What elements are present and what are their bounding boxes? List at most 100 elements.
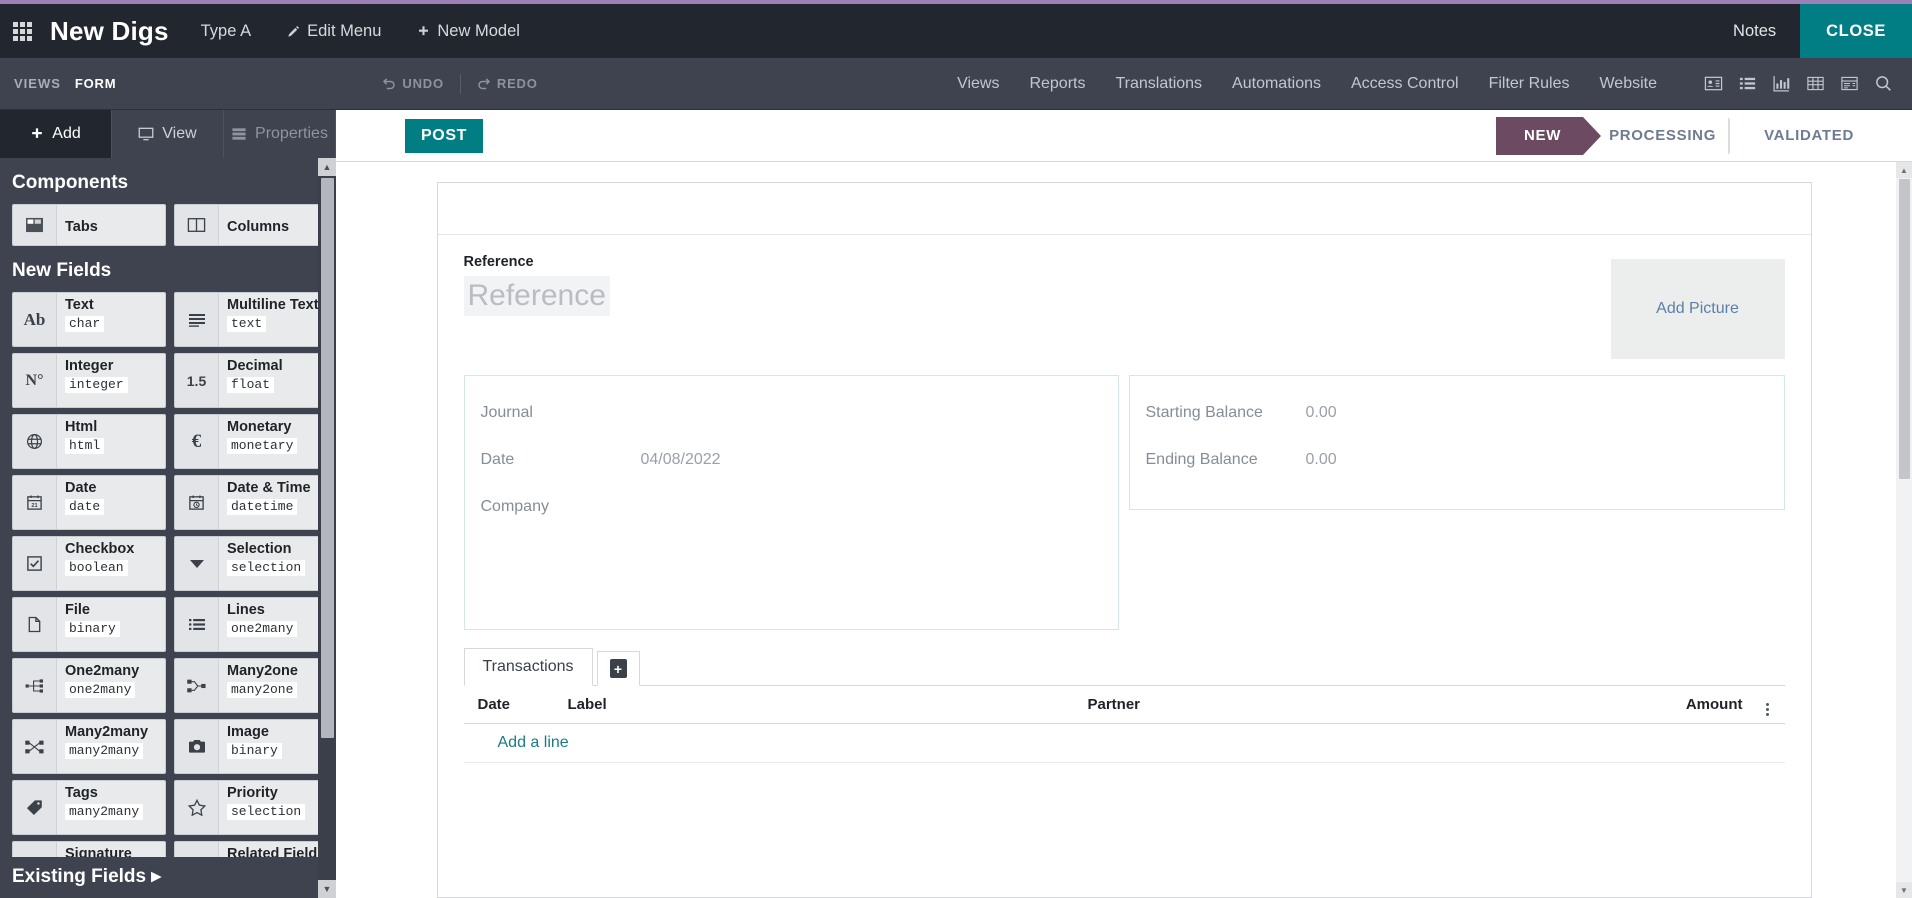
sidebar-scrollbar[interactable]: ▲ ▼ [318,158,336,898]
component-card-tabs[interactable]: Tabs [12,204,166,246]
status-step-validated[interactable]: VALIDATED [1728,116,1876,155]
field-type-decimal: float [227,377,275,393]
field-card-signature[interactable]: Signature binary [12,841,166,857]
topnav-item-type-a[interactable]: Type A [183,4,269,58]
field-type-checkbox: boolean [65,560,128,576]
submenu-item-translations[interactable]: Translations [1100,75,1217,93]
ending-balance-value[interactable]: 0.00 [1306,451,1337,469]
sidebar-tabs: Add View Properties [0,110,336,158]
field-label-decimal: Decimal [227,358,283,374]
field-card-multiline-text[interactable]: Multiline Text text [174,292,328,347]
topnav-item-edit-menu[interactable]: Edit Menu [269,4,399,58]
form-scrollbar-thumb[interactable] [1898,179,1910,479]
field-card-html[interactable]: Html html [12,414,166,469]
add-tab-button[interactable]: + [596,651,640,686]
page-title: New Digs [50,15,169,46]
field-card-checkbox[interactable]: Checkbox boolean [12,536,166,591]
submenu-item-automations[interactable]: Automations [1217,75,1336,93]
component-label-columns: Columns [227,218,290,235]
status-step-new[interactable]: NEW [1495,116,1602,155]
pivot-view-icon[interactable] [1798,67,1832,101]
submenu-item-filter-rules[interactable]: Filter Rules [1474,75,1585,93]
sidebar-scrollbar-thumb[interactable] [320,178,334,738]
submenu-item-views[interactable]: Views [942,75,1014,93]
add-a-line-link[interactable]: Add a line [498,734,569,751]
kebab-menu-icon[interactable] [1766,703,1769,716]
search-icon[interactable] [1866,67,1900,101]
form-scrollbar[interactable]: ▲ ▼ [1896,162,1912,898]
redo-button[interactable]: REDO [461,76,554,91]
column-header-date[interactable]: Date [463,686,554,724]
field-type-tags: many2many [65,804,144,820]
starting-balance-value[interactable]: 0.00 [1306,404,1337,422]
field-card-tags[interactable]: Tags many2many [12,780,166,835]
field-card-priority[interactable]: Priority selection [174,780,328,835]
scroll-up-arrow-icon[interactable]: ▲ [318,158,336,176]
sidebar-tab-properties[interactable]: Properties [224,110,336,158]
caret-down-icon [175,537,219,590]
field-label-lines: Lines [227,602,265,618]
submenu-item-reports[interactable]: Reports [1014,75,1100,93]
field-card-one2many[interactable]: One2many one2many [12,658,166,713]
column-header-amount[interactable]: Amount [1608,686,1759,724]
link-icon [175,842,219,857]
field-card-image[interactable]: Image binary [174,719,328,774]
studio-sidebar: Add View Properties Components Tabs Colu… [0,110,336,898]
plus-icon [417,25,430,38]
field-card-related-field[interactable]: Related Field related [174,841,328,857]
calendar-clock-icon [175,476,219,529]
transactions-table: Date Label Partner Amount Add a line [463,686,1785,763]
field-type-priority: selection [227,804,306,820]
field-card-text[interactable]: Ab Text char [12,292,166,347]
form-preview-area: POST NEW PROCESSING VALIDATED Reference … [336,110,1912,898]
list-view-icon[interactable] [1730,67,1764,101]
undo-icon [382,77,396,91]
sidebar-tab-add[interactable]: Add [0,110,112,158]
column-header-label[interactable]: Label [553,686,1074,724]
post-button[interactable]: POST [405,118,483,153]
status-step-processing[interactable]: PROCESSING [1583,117,1738,155]
existing-fields-section-header[interactable]: Existing Fields ▸ [0,857,336,898]
field-card-integer[interactable]: N° Integer integer [12,353,166,408]
sidebar-tab-label-view: View [162,125,197,142]
field-card-date[interactable]: 21 Date date [12,475,166,530]
status-flow: NEW PROCESSING VALIDATED [1495,116,1912,155]
field-card-file[interactable]: File binary [12,597,166,652]
close-button[interactable]: CLOSE [1800,4,1912,58]
form-scroll-down-arrow-icon[interactable]: ▼ [1896,882,1912,898]
notes-button[interactable]: Notes [1709,4,1800,58]
company-label: Company [480,498,549,515]
field-type-image: binary [227,743,282,759]
submenu-item-access-control[interactable]: Access Control [1336,75,1474,93]
field-card-selection[interactable]: Selection selection [174,536,328,591]
group-balances: Starting Balance 0.00 Ending Balance 0.0… [1128,375,1785,510]
form-scroll-region: Reference Reference Add Picture Journal … [336,162,1912,898]
field-row-ending-balance: Ending Balance 0.00 [1146,445,1768,475]
scroll-down-arrow-icon[interactable]: ▼ [318,880,336,898]
form-scroll-up-arrow-icon[interactable]: ▲ [1896,162,1912,178]
field-label-date: Date [65,480,97,496]
date-value[interactable]: 04/08/2022 [641,451,721,469]
table-options-header[interactable] [1758,686,1785,724]
tab-transactions[interactable]: Transactions [463,648,593,686]
field-card-decimal[interactable]: 1.5 Decimal float [174,353,328,408]
apps-grid-icon[interactable] [0,4,44,58]
undo-button[interactable]: UNDO [366,76,459,91]
field-card-lines[interactable]: Lines one2many [174,597,328,652]
add-picture-button[interactable]: Add Picture [1610,259,1785,359]
field-card-many2one[interactable]: Many2one many2one [174,658,328,713]
graph-view-icon[interactable] [1764,67,1798,101]
reference-input[interactable]: Reference [463,276,610,316]
field-card-many2many[interactable]: Many2many many2many [12,719,166,774]
date-label: Date [480,451,515,468]
column-header-partner[interactable]: Partner [1073,686,1609,724]
submenu-item-website[interactable]: Website [1584,75,1672,93]
field-label-tags: Tags [65,785,98,801]
form-view-icon[interactable] [1832,67,1866,101]
field-card-datetime[interactable]: Date & Time datetime [174,475,328,530]
kanban-card-icon[interactable] [1696,67,1730,101]
sidebar-tab-view[interactable]: View [112,110,224,158]
component-card-columns[interactable]: Columns [174,204,328,246]
topnav-item-new-model[interactable]: New Model [399,4,538,58]
field-card-monetary[interactable]: € Monetary monetary [174,414,328,469]
